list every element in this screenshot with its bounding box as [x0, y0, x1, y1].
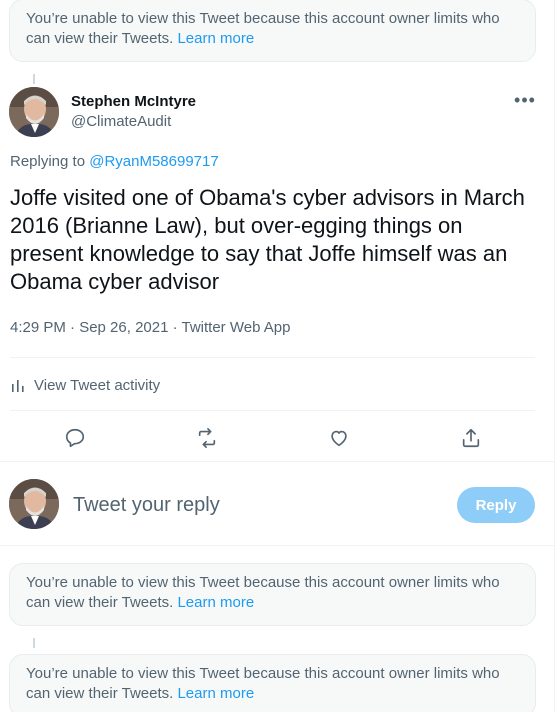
divider [0, 461, 555, 462]
author-avatar-image [9, 87, 59, 137]
avatar[interactable] [9, 87, 59, 137]
notice-text: You’re unable to view this Tweet because… [26, 665, 500, 702]
author-handle[interactable]: @ClimateAudit [71, 112, 171, 132]
retweet-button[interactable] [193, 424, 221, 452]
divider [0, 545, 555, 546]
user-avatar-image [9, 479, 59, 529]
tweet-thread-page: You’re unable to view this Tweet because… [0, 0, 555, 712]
replying-to: Replying to @RyanM58699717 [10, 152, 219, 172]
reply-submit-button[interactable]: Reply [457, 487, 535, 523]
analytics-icon [10, 377, 26, 393]
more-horizontal-icon: ••• [514, 90, 536, 110]
reply-compose-input[interactable]: Tweet your reply [73, 492, 220, 518]
divider [10, 357, 535, 358]
like-icon [331, 430, 347, 447]
replying-to-handle-link[interactable]: @RyanM58699717 [89, 153, 218, 170]
activity-label: View Tweet activity [34, 376, 161, 394]
restricted-tweet-notice: You’re unable to view this Tweet because… [9, 563, 536, 626]
view-tweet-activity-link[interactable]: View Tweet activity [10, 374, 160, 396]
learn-more-link[interactable]: Learn more [177, 594, 254, 611]
thread-connector-line [33, 74, 35, 84]
thread-connector-line [33, 638, 35, 648]
like-button[interactable] [325, 424, 353, 452]
learn-more-link[interactable]: Learn more [177, 685, 254, 702]
notice-text: You’re unable to view this Tweet because… [26, 10, 500, 47]
notice-text: You’re unable to view this Tweet because… [26, 574, 500, 611]
reply-button[interactable] [61, 424, 89, 452]
replying-prefix: Replying to [10, 153, 90, 170]
avatar [9, 479, 59, 529]
divider [10, 410, 535, 411]
author-name[interactable]: Stephen McIntyre [71, 92, 196, 112]
learn-more-link[interactable]: Learn more [177, 30, 254, 47]
tweet-body-text: Joffe visited one of Obama's cyber advis… [10, 185, 525, 294]
share-icon [462, 428, 480, 448]
tweet-action-bar [0, 424, 555, 452]
retweet-icon [198, 428, 216, 448]
restricted-tweet-notice: You’re unable to view this Tweet because… [9, 0, 536, 62]
more-options-button[interactable]: ••• [510, 90, 540, 110]
restricted-tweet-notice: You’re unable to view this Tweet because… [9, 654, 536, 712]
tweet-timestamp[interactable]: 4:29 PM · Sep 26, 2021 · Twitter Web App [10, 318, 290, 338]
reply-icon [65, 428, 85, 448]
share-button[interactable] [457, 424, 485, 452]
